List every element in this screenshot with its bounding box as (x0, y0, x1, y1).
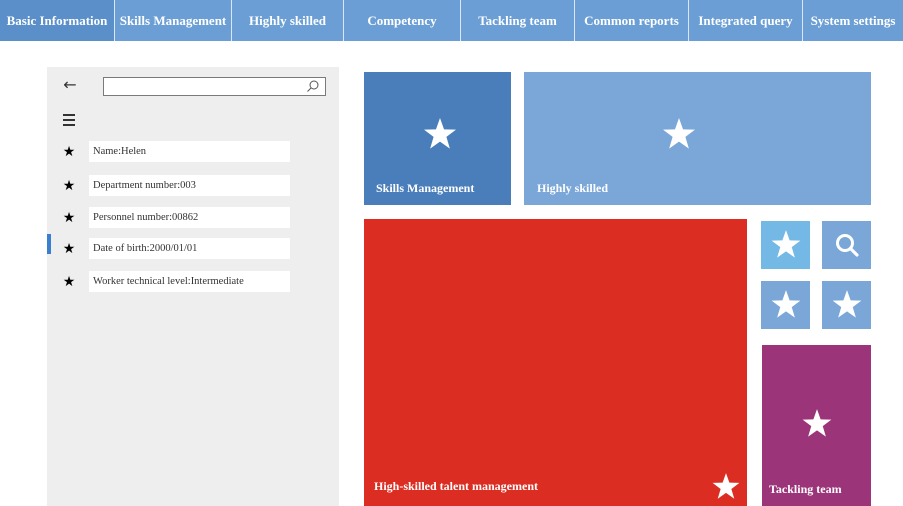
tile-high-skilled-talent-management[interactable]: High-skilled talent management (364, 219, 747, 506)
star-icon: ★ (62, 241, 76, 257)
tile-label: High-skilled talent management (374, 479, 538, 493)
search-box (103, 77, 326, 97)
star-icon (424, 118, 456, 149)
tile-small-search[interactable] (822, 221, 871, 269)
tile-label: Highly skilled (537, 181, 609, 195)
tile-highly-skilled[interactable]: Highly skilled (524, 72, 871, 205)
tile-label: Skills Management (376, 181, 475, 195)
search-input[interactable] (104, 79, 308, 97)
star-icon (663, 118, 695, 149)
date-of-birth-field[interactable]: Date of birth:2000/01/01 (89, 238, 290, 259)
star-icon (771, 290, 801, 318)
info-row-department: ★ Department number:003 (47, 175, 339, 197)
arrow-left-icon[interactable]: ← (61, 76, 79, 94)
star-icon (771, 230, 801, 258)
personnel-number-field[interactable]: Personnel number:00862 (89, 207, 290, 228)
star-icon (802, 409, 832, 437)
nav-item-skills-management[interactable]: Skills Management (115, 0, 232, 41)
star-icon: ★ (62, 210, 76, 226)
tile-label: Tackling team (769, 482, 842, 496)
info-panel: ← ★ Name:Helen ★ Department number:003 ★… (47, 67, 339, 506)
nav-item-basic-information[interactable]: Basic Information (0, 0, 115, 41)
star-icon (712, 473, 740, 499)
tile-skills-management[interactable]: Skills Management (364, 72, 511, 205)
tile-small-star-1[interactable] (761, 221, 810, 269)
search-icon[interactable] (306, 79, 320, 93)
nav-item-competency[interactable]: Competency (344, 0, 461, 41)
tile-small-star-2[interactable] (761, 281, 810, 329)
star-icon (832, 290, 862, 318)
nav-item-tackling-team[interactable]: Tackling team (461, 0, 575, 41)
tile-small-star-3[interactable] (822, 281, 871, 329)
hamburger-menu-icon[interactable] (61, 111, 79, 129)
nav-item-system-settings[interactable]: System settings (803, 0, 903, 41)
nav-item-integrated-query[interactable]: Integrated query (689, 0, 803, 41)
info-row-level: ★ Worker technical level:Intermediate (47, 271, 339, 293)
tile-tackling-team[interactable]: Tackling team (762, 345, 871, 506)
search-icon (836, 234, 859, 257)
name-field[interactable]: Name:Helen (89, 141, 290, 162)
star-icon: ★ (62, 274, 76, 290)
info-row-birth: ★ Date of birth:2000/01/01 (47, 238, 339, 260)
department-number-field[interactable]: Department number:003 (89, 175, 290, 196)
nav-item-highly-skilled[interactable]: Highly skilled (232, 0, 344, 41)
star-icon: ★ (62, 178, 76, 194)
info-row-personnel: ★ Personnel number:00862 (47, 207, 339, 229)
star-icon: ★ (62, 144, 76, 160)
nav-item-common-reports[interactable]: Common reports (575, 0, 689, 41)
info-row-name: ★ Name:Helen (47, 141, 339, 163)
top-nav: Basic Information Skills Management High… (0, 0, 903, 41)
technical-level-field[interactable]: Worker technical level:Intermediate (89, 271, 290, 292)
